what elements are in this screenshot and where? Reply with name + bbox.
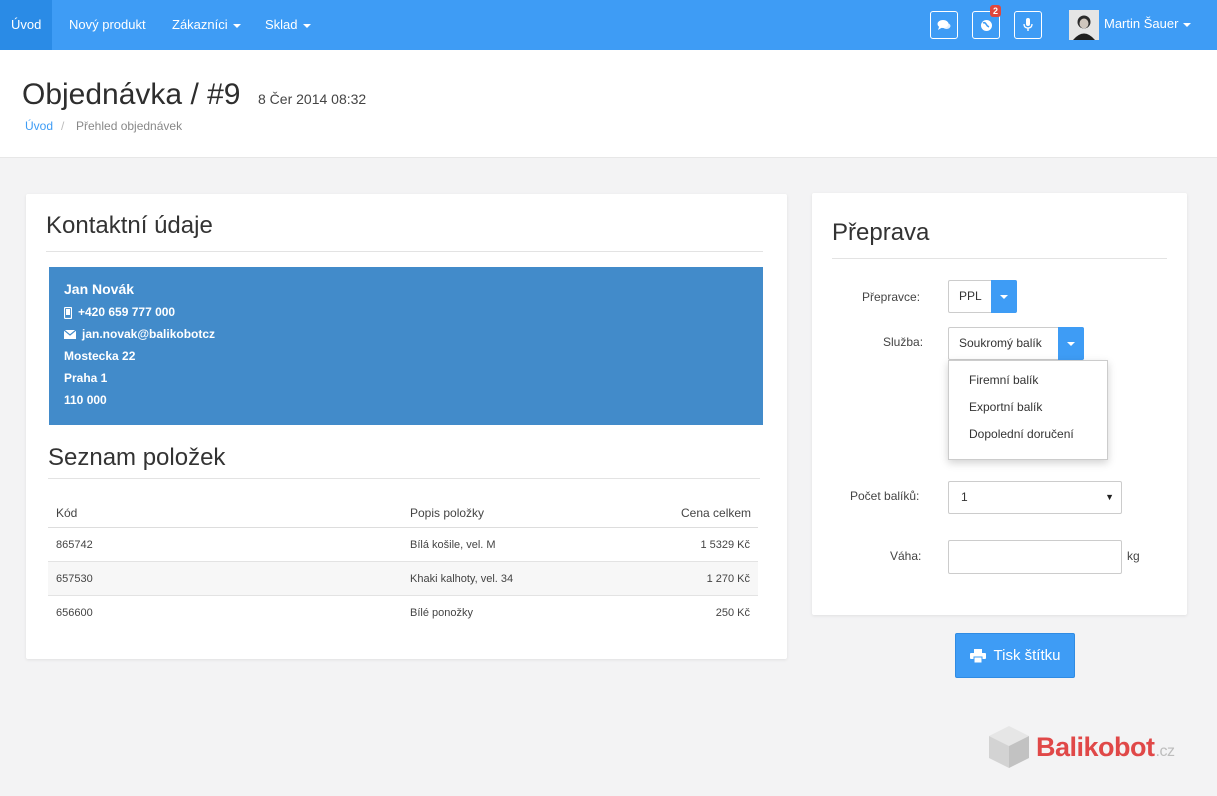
triangle-down-icon: ▼ [1105, 492, 1114, 502]
weight-input[interactable] [948, 540, 1122, 574]
email-row: jan.novak@balikobotcz [64, 327, 215, 341]
weight-label: Váha: [890, 549, 922, 563]
mobile-phone-icon [64, 306, 72, 319]
column-header-total: Cena celkem [681, 506, 752, 520]
nav-item-customers[interactable]: Zákazníci [161, 0, 252, 50]
service-option[interactable]: Firemní balík [969, 373, 1038, 387]
service-select[interactable]: Soukromý balík [948, 327, 1084, 360]
user-photo-icon [1069, 10, 1099, 40]
breadcrumb-separator: / [61, 119, 65, 133]
nav-item-label: Úvod [11, 17, 42, 32]
voice-button[interactable] [1014, 11, 1042, 39]
divider [832, 258, 1167, 259]
table-row: 657530 Khaki kalhoty, vel. 34 1 270 Kč [48, 562, 758, 596]
carrier-label: Přepravce: [862, 290, 921, 304]
weight-unit: kg [1127, 549, 1140, 563]
phone-row: +420 659 777 000 [64, 305, 175, 319]
nav-item-home[interactable]: Úvod [0, 0, 53, 50]
carrier-value: PPL [959, 289, 982, 303]
envelope-icon [64, 330, 76, 340]
street-value: Mostecka 22 [64, 349, 136, 363]
box-icon [989, 726, 1029, 768]
caret-down-icon [232, 23, 241, 28]
nav-item-new-product[interactable]: Nový produkt [58, 0, 157, 50]
contact-section-title: Kontaktní údaje [46, 212, 213, 239]
print-label-button[interactable]: Tisk štítku [955, 633, 1075, 678]
zip-value: 110 000 [64, 393, 107, 407]
globe-icon [980, 19, 992, 31]
email-value: jan.novak@balikobotcz [82, 327, 216, 341]
avatar[interactable] [1069, 10, 1099, 40]
phone-value: +420 659 777 000 [78, 305, 176, 319]
contact-card: Jan Novák +420 659 777 000 jan.novak@bal… [49, 267, 763, 425]
caret-down-icon [302, 23, 311, 28]
service-dropdown-menu: Firemní balík Exportní balík Dopolední d… [948, 360, 1108, 460]
cell-description: Khaki kalhoty, vel. 34 [410, 573, 514, 585]
order-date: 8 Čer 2014 08:32 [258, 91, 367, 107]
service-option[interactable]: Dopolední doručení [969, 427, 1074, 441]
cell-total: 1 270 Kč [706, 573, 750, 585]
messages-button[interactable] [930, 11, 958, 39]
service-value: Soukromý balík [959, 336, 1042, 350]
print-button-label: Tisk štítku [993, 647, 1061, 664]
breadcrumb-home-link[interactable]: Úvod [25, 119, 53, 133]
page-title: Objednávka / #9 [22, 78, 241, 111]
nav-item-label: Sklad [265, 17, 298, 32]
shipping-section-title: Přeprava [832, 219, 930, 246]
cell-description: Bílá košile, vel. M [410, 539, 496, 551]
cell-total: 1 5329 Kč [700, 539, 750, 551]
comments-icon [937, 20, 951, 30]
logo-wordmark: Balikobot.cz [1036, 731, 1175, 763]
cell-code: 657530 [56, 573, 93, 585]
packages-select[interactable]: 1 ▼ [948, 481, 1122, 514]
microphone-icon [1023, 18, 1033, 31]
user-menu[interactable]: Martin Šauer [1104, 0, 1192, 47]
customer-name: Jan Novák [64, 281, 135, 297]
breadcrumb-current: Přehled objednávek [76, 119, 183, 133]
nav-item-stock[interactable]: Sklad [254, 0, 322, 50]
notification-badge: 2 [989, 5, 1001, 17]
column-header-description: Popis položky [410, 506, 485, 520]
logo-name: Balikobot [1036, 731, 1155, 762]
nav-item-label: Zákazníci [172, 17, 228, 32]
notifications-button[interactable]: 2 [972, 5, 1001, 39]
packages-label: Počet balíků: [850, 489, 920, 503]
column-header-code: Kód [56, 506, 78, 520]
packages-value: 1 [961, 490, 968, 504]
caret-down-icon [1183, 22, 1192, 27]
divider [48, 478, 760, 479]
table-row: 865742 Bílá košile, vel. M 1 5329 Kč [48, 528, 758, 562]
print-icon [969, 648, 986, 663]
divider [46, 251, 763, 252]
cell-code: 656600 [56, 607, 93, 619]
balikobot-logo: Balikobot.cz [988, 724, 1175, 770]
service-label: Služba: [883, 335, 924, 349]
city-value: Praha 1 [64, 371, 108, 385]
cell-description: Bílé ponožky [410, 607, 473, 619]
caret-down-icon [1000, 294, 1008, 299]
logo-tld: .cz [1155, 742, 1175, 760]
top-navbar: Úvod Nový produkt Zákazníci Sklad 2 Mart… [0, 0, 1217, 50]
table-row: 656600 Bílé ponožky 250 Kč [48, 596, 758, 630]
carrier-dropdown-toggle[interactable] [991, 280, 1017, 313]
carrier-select[interactable]: PPL [948, 280, 1017, 313]
service-dropdown-toggle[interactable] [1058, 327, 1084, 360]
cell-total: 250 Kč [715, 607, 750, 619]
cell-code: 865742 [56, 539, 93, 551]
service-option[interactable]: Exportní balík [969, 400, 1042, 414]
nav-item-label: Nový produkt [69, 17, 146, 32]
caret-down-icon [1067, 341, 1075, 346]
items-section-title: Seznam položek [48, 444, 226, 471]
user-name-label: Martin Šauer [1104, 16, 1179, 31]
